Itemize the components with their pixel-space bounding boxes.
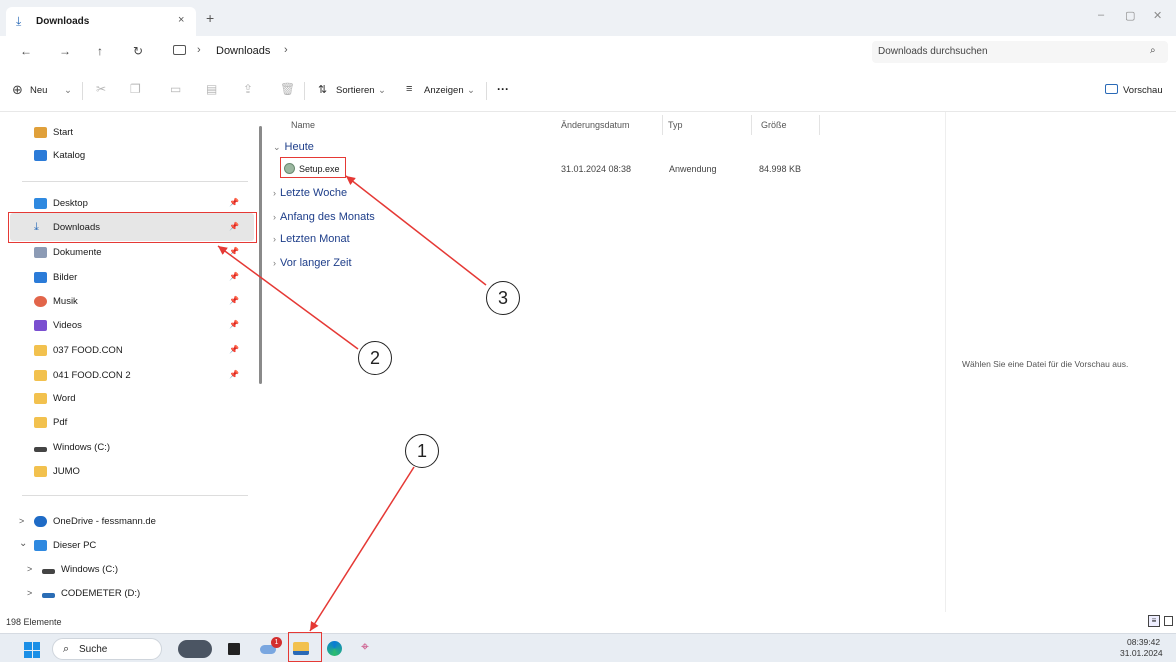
annotation-arrows	[217, 175, 487, 632]
arrow-to-setup	[345, 175, 487, 286]
annotation-number-3: 3	[486, 281, 520, 315]
annotation-number-1: 1	[405, 434, 439, 468]
annotation-number-2: 2	[358, 341, 392, 375]
arrow-to-downloads	[217, 245, 359, 350]
arrow-to-explorer	[309, 466, 415, 632]
